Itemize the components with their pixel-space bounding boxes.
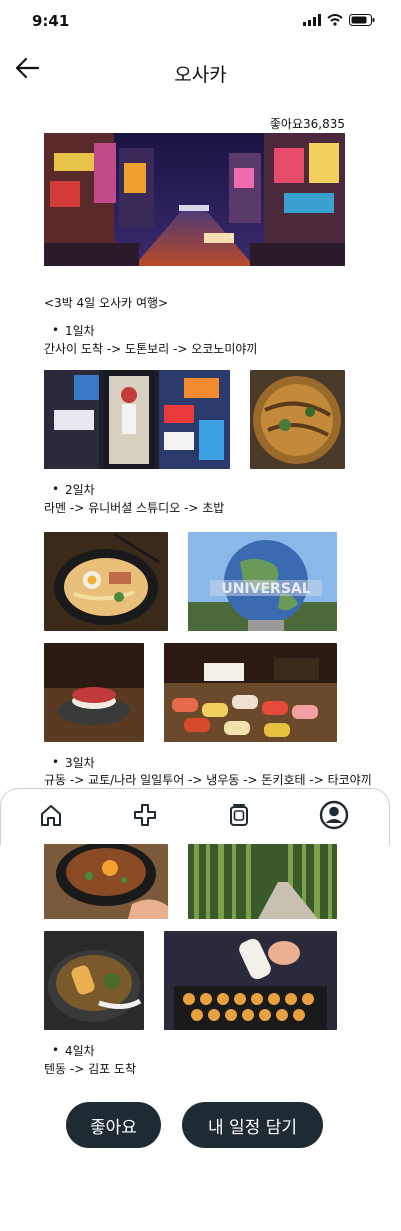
day1-bullet: • [52,323,60,337]
gallery-icon[interactable] [225,801,253,829]
status-time: 9:41 [32,12,70,30]
day4-bullet: • [52,1043,60,1057]
status-icons [303,14,375,26]
day2-label: 2일차 [65,483,95,497]
day4-label: 4일차 [65,1044,95,1058]
glico-sign-photo [44,370,230,469]
day3-label: 3일차 [65,756,95,770]
trip-heading: <3박 4일 오사카 여행> [44,296,169,310]
universal-globe-photo: UNIVERSAL [188,532,337,631]
day1-label: 1일차 [65,324,95,338]
dotonbori-hero-photo [44,133,345,266]
day3-bullet: • [52,755,60,769]
day3-route: 규동 -> 교토/나라 일일투어 -> 냉우동 -> 돈키호테 -> 타코야끼 [44,773,372,787]
sushi-single-photo [44,643,144,742]
plus-icon[interactable] [131,801,159,829]
takoyaki-photo [164,931,337,1030]
wifi-icon [327,14,343,26]
day4-route: 텐동 -> 김포 도착 [44,1062,137,1076]
day2-route: 라멘 -> 유니버셜 스튜디오 -> 초밥 [44,501,225,515]
page-title: 오사카 [174,64,227,86]
bottom-tab-bar [0,788,390,845]
ramen-photo [44,532,168,631]
battery-icon [349,14,375,26]
profile-icon[interactable] [319,800,349,830]
sushi-platter-photo [164,643,337,742]
signal-icon [303,14,321,26]
like-button[interactable]: 좋아요 [66,1102,161,1148]
day1-route: 간사이 도착 -> 도톤보리 -> 오코노미야끼 [44,342,258,356]
udon-photo [44,931,144,1030]
home-icon[interactable] [37,801,65,829]
day2-bullet: • [52,482,60,496]
like-count: 좋아요36,835 [269,117,345,131]
svg-text:UNIVERSAL: UNIVERSAL [221,581,310,597]
gyudon-photo [44,844,168,919]
save-schedule-button[interactable]: 내 일정 담기 [182,1102,323,1148]
okonomiyaki-photo [250,370,345,469]
bamboo-forest-photo [188,844,337,919]
